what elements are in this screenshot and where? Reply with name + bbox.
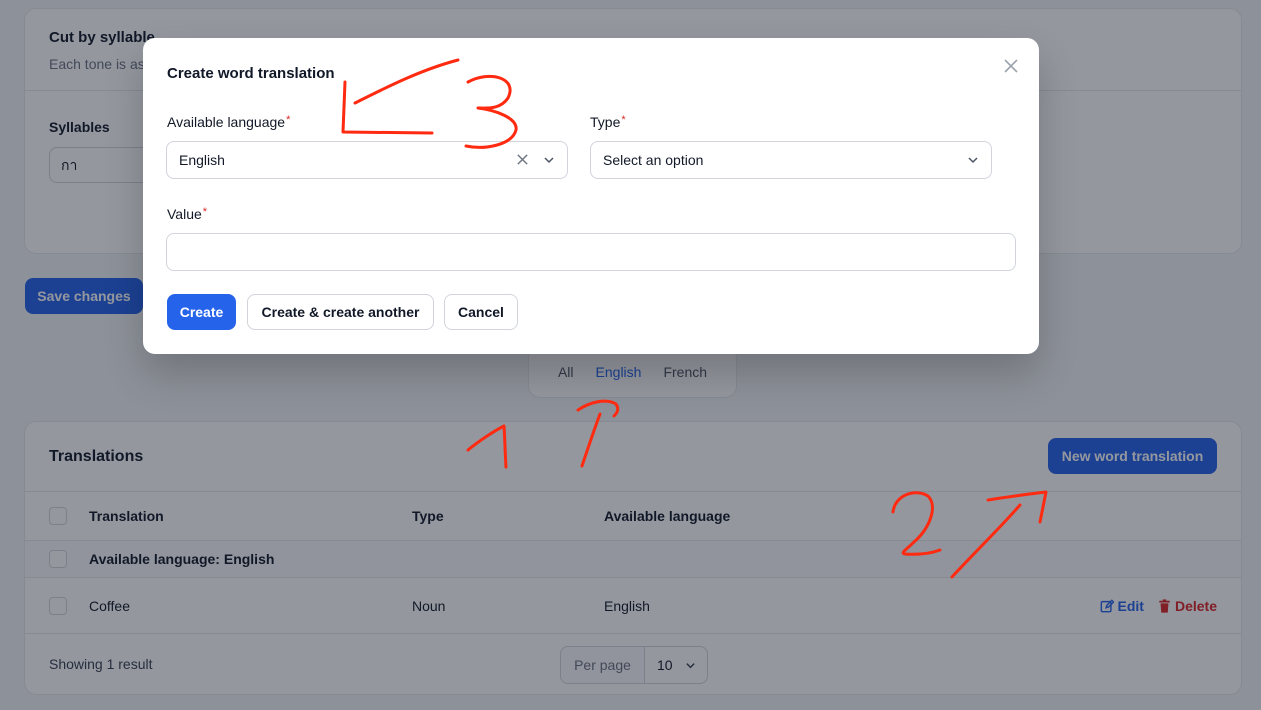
chevron-down-icon [968,157,978,164]
language-select[interactable]: English [166,141,568,179]
create-button[interactable]: Create [167,294,236,330]
required-marker: * [286,114,291,126]
clear-icon[interactable] [516,153,529,166]
required-marker: * [621,114,626,126]
type-label-wrap: Type* [590,114,626,130]
value-label-wrap: Value* [167,206,207,222]
value-input[interactable] [166,233,1016,271]
create-and-create-another-button[interactable]: Create & create another [247,294,434,330]
modal-title: Create word translation [167,65,335,82]
close-icon[interactable] [1001,56,1021,76]
type-select[interactable]: Select an option [590,141,992,179]
required-marker: * [202,206,208,218]
cancel-button[interactable]: Cancel [444,294,518,330]
create-translation-modal: Create word translation Available langua… [143,38,1039,354]
type-select-placeholder: Select an option [603,152,704,168]
type-label: Type [590,114,621,130]
language-label-wrap: Available language* [167,114,290,130]
language-select-value: English [179,152,225,168]
value-label: Value [167,206,202,222]
chevron-down-icon [544,157,554,164]
language-label: Available language [167,114,286,130]
